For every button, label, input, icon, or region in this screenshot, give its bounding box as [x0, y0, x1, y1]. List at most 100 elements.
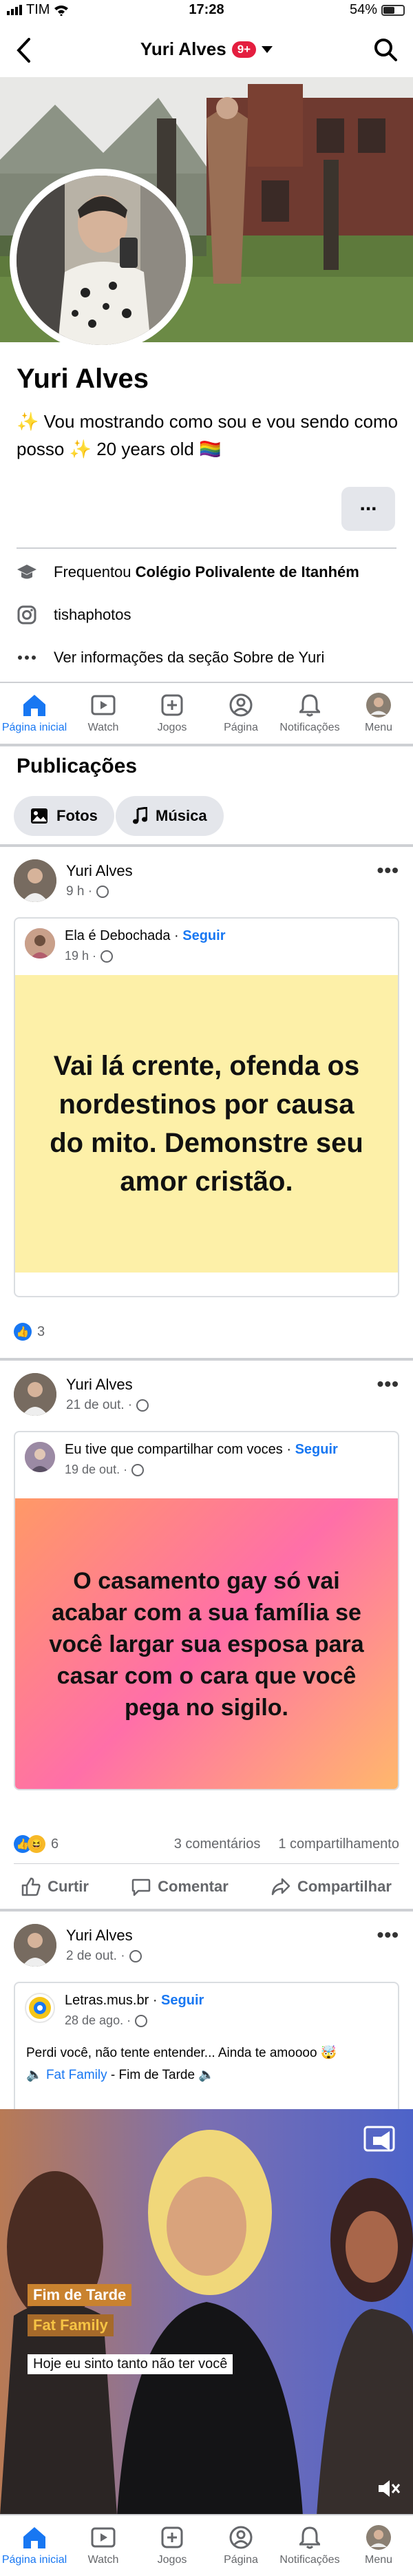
- mute-icon[interactable]: [377, 2478, 402, 2499]
- bottom-nav: Página inicial Watch Jogos Página Notifi…: [0, 683, 413, 744]
- about-link: Ver informações da seção Sobre de Yuri: [54, 649, 325, 666]
- comment-button[interactable]: Comentar: [131, 1877, 229, 1896]
- speaker-icon: 🔈: [26, 2068, 43, 2082]
- publications-title: Publicações: [17, 755, 138, 777]
- video-tag-song: Fim de Tarde: [28, 2284, 132, 2306]
- shared-author-avatar: [25, 1993, 55, 2023]
- shared-time-text: 19 de out. ·: [65, 1463, 128, 1476]
- nav-page[interactable]: Página: [206, 2515, 275, 2576]
- author-avatar[interactable]: [14, 1373, 56, 1416]
- post-options-icon[interactable]: •••: [377, 859, 399, 881]
- shared-author-name[interactable]: Letras.mus.br: [65, 1993, 149, 2008]
- watch-icon: [89, 691, 117, 719]
- share-button[interactable]: Compartilhar: [271, 1878, 392, 1896]
- ellipsis-icon: [17, 647, 37, 668]
- reactions-count: 3: [37, 1323, 45, 1339]
- shared-author-name[interactable]: Ela é Debochada: [65, 928, 170, 943]
- shared-post[interactable]: Eu tive que compartilhar com voces · Seg…: [14, 1431, 399, 1790]
- nav-home[interactable]: Página inicial: [0, 2515, 69, 2576]
- post-options-icon[interactable]: •••: [377, 1373, 399, 1395]
- globe-icon: [136, 1399, 149, 1412]
- shared-post[interactable]: Letras.mus.br · Seguir 28 de ago. · Perd…: [14, 1982, 399, 2109]
- thumbs-up-icon: [21, 1877, 41, 1896]
- shared-time: 19 de out. ·: [65, 1463, 145, 1477]
- author-name[interactable]: Yuri Alves: [66, 1376, 133, 1394]
- home-icon: [21, 2524, 48, 2551]
- instagram-row[interactable]: tishaphotos: [17, 601, 131, 629]
- nav-label: Página: [224, 2554, 258, 2566]
- nav-label: Página inicial: [1, 722, 67, 733]
- author-name[interactable]: Yuri Alves: [66, 862, 133, 880]
- page-icon: [227, 691, 255, 719]
- shared-author-name[interactable]: Eu tive que compartilhar com voces: [65, 1442, 283, 1457]
- post-actions: Curtir Comentar Compartilhar: [0, 1866, 413, 1907]
- follow-link[interactable]: Seguir: [295, 1442, 338, 1457]
- like-label: Curtir: [47, 1878, 89, 1895]
- shared-author-line: Letras.mus.br · Seguir: [65, 1993, 204, 2008]
- caret-down-icon: [262, 45, 273, 53]
- nav-watch[interactable]: Watch: [69, 2515, 138, 2576]
- video-player[interactable]: Fim de Tarde Fat Family Hoje eu sinto ta…: [0, 2109, 413, 2515]
- author-avatar[interactable]: [14, 859, 56, 902]
- post-header: Yuri Alves 21 de out. · •••: [14, 1373, 399, 1421]
- header-title-dropdown[interactable]: Yuri Alves 9+: [0, 39, 413, 60]
- post-header: Yuri Alves 2 de out. · •••: [14, 1924, 399, 1972]
- reaction-summary[interactable]: 👍 3: [14, 1318, 45, 1345]
- video-tag-band: Fat Family: [28, 2314, 114, 2336]
- nav-games[interactable]: Jogos: [138, 2515, 206, 2576]
- nav-home[interactable]: Página inicial: [0, 683, 69, 744]
- comments-count[interactable]: 3 comentários: [174, 1836, 261, 1852]
- shared-caption: Perdi você, não tente entender... Ainda …: [26, 2046, 337, 2060]
- shared-text: Perdi você, não tente entender... Ainda …: [15, 2040, 398, 2086]
- reaction-summary[interactable]: 👍 😆 6 3 comentários 1 compartilhamento: [14, 1830, 399, 1858]
- post-time-text: 9 h ·: [66, 884, 93, 899]
- nav-menu[interactable]: Menu: [344, 2515, 413, 2576]
- education-school[interactable]: Colégio Polivalente de Itanhém: [136, 563, 359, 580]
- music-filter-button[interactable]: Música: [116, 796, 224, 836]
- cast-icon[interactable]: [362, 2124, 399, 2155]
- nav-notifications[interactable]: Notificações: [275, 683, 344, 744]
- post-time-text: 2 de out. ·: [66, 1949, 125, 1963]
- nav-label: Página inicial: [1, 2554, 67, 2566]
- notification-badge: 9+: [231, 41, 257, 58]
- profile-avatar[interactable]: [17, 176, 186, 345]
- games-icon: [158, 691, 186, 719]
- post-header: Yuri Alves 9 h · •••: [14, 859, 399, 908]
- share-label: Compartilhar: [297, 1878, 392, 1895]
- band-link[interactable]: Fat Family: [46, 2068, 107, 2082]
- post-options-icon[interactable]: •••: [377, 1924, 399, 1946]
- photo-icon: [30, 808, 48, 824]
- author-name[interactable]: Yuri Alves: [66, 1927, 133, 1945]
- comment-label: Comentar: [158, 1878, 229, 1895]
- battery-status: 54%: [350, 2, 405, 18]
- video-caption: Hoje eu sinto tanto não ter você: [28, 2354, 233, 2374]
- follow-link[interactable]: Seguir: [161, 1993, 204, 2008]
- shared-post[interactable]: Ela é Debochada · Seguir 19 h · Vai lá c…: [14, 917, 399, 1297]
- shared-author-avatar: [25, 928, 55, 959]
- page-icon: [227, 2524, 255, 2551]
- about-row[interactable]: Ver informações da seção Sobre de Yuri: [17, 644, 324, 671]
- divider: [17, 547, 396, 549]
- nav-label: Jogos: [157, 2554, 187, 2566]
- search-icon[interactable]: [373, 37, 398, 62]
- profile-bio: ✨ Vou mostrando como sou e vou sendo com…: [17, 411, 399, 459]
- nav-page[interactable]: Página: [206, 683, 275, 744]
- follow-link[interactable]: Seguir: [182, 928, 225, 943]
- more-options-button[interactable]: ...: [341, 487, 395, 531]
- nav-notifications[interactable]: Notificações: [275, 2515, 344, 2576]
- shared-time: 28 de ago. ·: [65, 2013, 148, 2028]
- author-avatar[interactable]: [14, 1924, 56, 1967]
- music-note-icon: [132, 807, 147, 825]
- nav-menu[interactable]: Menu: [344, 683, 413, 744]
- comment-icon: [131, 1877, 151, 1896]
- shared-author-line: Ela é Debochada · Seguir: [65, 928, 226, 943]
- battery-percent: 54%: [349, 2, 377, 17]
- instagram-handle: tishaphotos: [54, 606, 131, 623]
- nav-games[interactable]: Jogos: [138, 683, 206, 744]
- shares-count[interactable]: 1 compartilhamento: [278, 1836, 399, 1852]
- like-button[interactable]: Curtir: [21, 1877, 89, 1896]
- bottom-nav-fixed: Página inicial Watch Jogos Página Notifi…: [0, 2515, 413, 2576]
- shared-header: Letras.mus.br · Seguir 28 de ago. ·: [15, 1983, 398, 2040]
- photos-filter-button[interactable]: Fotos: [14, 796, 114, 836]
- nav-watch[interactable]: Watch: [69, 683, 138, 744]
